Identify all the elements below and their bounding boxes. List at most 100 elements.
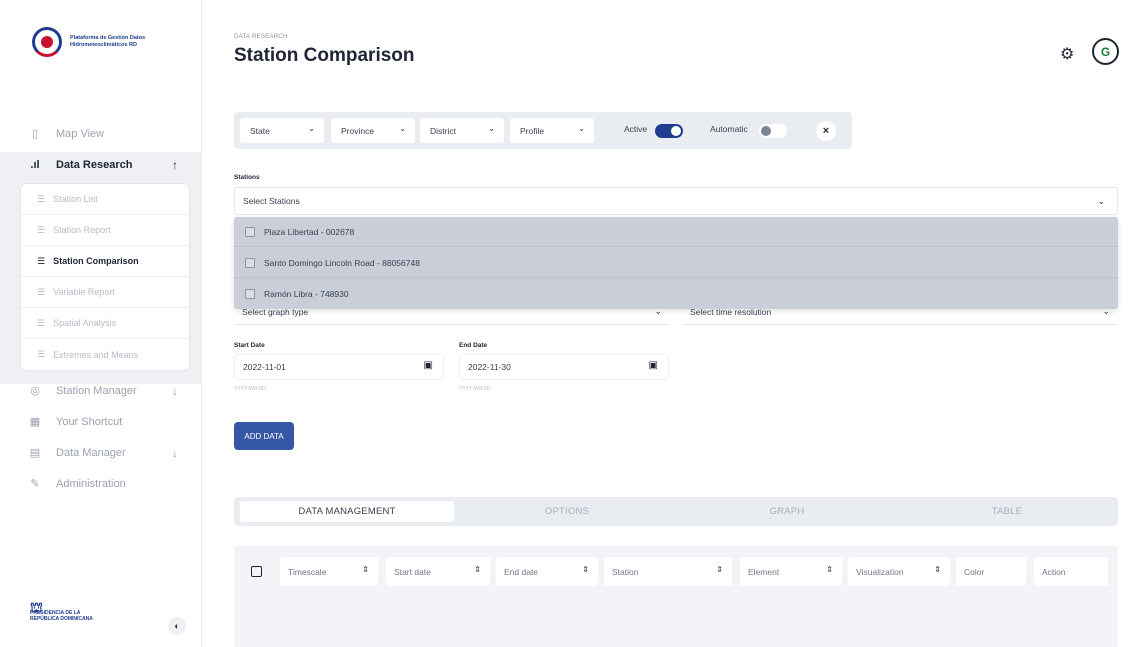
- logo-mark-icon: [32, 27, 62, 57]
- map-icon: ▯: [31, 128, 39, 140]
- sort-icon[interactable]: ⇕: [934, 565, 941, 574]
- list-icon: ☰: [37, 349, 46, 359]
- state-select[interactable]: State ⌄: [240, 118, 324, 143]
- list-icon: ☰: [37, 286, 46, 297]
- sidebar-subitem-variable-report[interactable]: ☰ Variable Report: [21, 277, 189, 308]
- column-label: Start date: [394, 566, 431, 577]
- subitem-label: Station Report: [53, 225, 111, 235]
- tab-data-management[interactable]: DATA MANAGEMENT: [240, 501, 454, 522]
- column-label: Station: [612, 566, 639, 577]
- sidebar: Plataforma de Gestión Datos Hidrometeocl…: [0, 0, 202, 647]
- station-option[interactable]: Ramón Libra - 748930: [234, 279, 1118, 309]
- sidebar-item-administration[interactable]: ✎ Administration: [20, 468, 190, 499]
- end-date-value: 2022-11-30: [468, 362, 511, 372]
- tools-icon: ✎: [30, 478, 40, 490]
- column-header-visualization[interactable]: Visualization ⇕: [848, 557, 950, 586]
- government-logo: ⛫ PRESIDENCIA DE LA REPÚBLICA DOMINICANA: [30, 600, 93, 622]
- column-label: Element: [748, 566, 780, 577]
- station-option[interactable]: Santo Domingo Lincoln Road - 88056748: [234, 248, 1118, 278]
- column-header-action: Action: [1034, 557, 1108, 586]
- sidebar-item-label: Administration: [56, 477, 126, 490]
- subitem-label: Station Comparison: [53, 256, 139, 266]
- footer-text: REPÚBLICA DOMINICANA: [30, 616, 93, 622]
- column-header-end-date[interactable]: End date ⇕: [496, 557, 598, 586]
- sidebar-item-label: Data Manager: [56, 446, 126, 459]
- stations-label: Stations: [234, 174, 260, 181]
- sort-icon[interactable]: ⇕: [362, 565, 369, 574]
- expand-arrow-icon[interactable]: ↓: [172, 384, 178, 398]
- stations-select[interactable]: Select Stations ⌄: [234, 187, 1118, 215]
- sidebar-item-data-research[interactable]: .ıl Data Research ↑: [20, 149, 190, 180]
- chevron-down-icon: ⌄: [578, 124, 585, 133]
- station-option-label: Ramón Libra - 748930: [264, 289, 349, 299]
- column-header-station[interactable]: Station ⇕: [604, 557, 732, 586]
- automatic-toggle[interactable]: [759, 124, 787, 138]
- active-toggle[interactable]: [655, 124, 683, 138]
- start-date-label: Start Date: [234, 342, 265, 349]
- tab-bar: DATA MANAGEMENT OPTIONS GRAPH TABLE: [234, 497, 1118, 526]
- sidebar-item-data-manager[interactable]: ▤ Data Manager ↓: [20, 437, 190, 468]
- gear-icon[interactable]: ⚙: [1060, 44, 1074, 64]
- database-icon: ▤: [29, 447, 41, 459]
- station-option-label: Plaza Libertad - 002678: [264, 226, 355, 237]
- tab-options[interactable]: OPTIONS: [460, 501, 674, 522]
- checkbox[interactable]: [245, 257, 255, 268]
- column-header-timescale[interactable]: Timescale ⇕: [280, 557, 378, 586]
- page-title: Station Comparison: [234, 45, 415, 66]
- checkbox[interactable]: [245, 289, 255, 299]
- expand-arrow-icon[interactable]: ↓: [172, 446, 178, 460]
- sidebar-subitem-station-report[interactable]: ☰ Station Report: [21, 215, 189, 246]
- profile-select[interactable]: Profile ⌄: [510, 118, 594, 143]
- column-header-element[interactable]: Element ⇕: [740, 557, 842, 586]
- chevron-down-icon: ⌄: [488, 124, 495, 133]
- start-date-field[interactable]: 2022-11-01 ▣: [234, 354, 444, 380]
- sort-icon[interactable]: ⇕: [582, 565, 589, 574]
- filter-bar: State ⌄ Province ⌄ District ⌄ Profile ⌄ …: [234, 112, 852, 149]
- add-data-button[interactable]: ADD DATA: [234, 422, 294, 450]
- state-select-value: State: [250, 125, 270, 136]
- sidebar-item-map-view[interactable]: ▯ Map View: [20, 118, 190, 149]
- calendar-icon[interactable]: ▣: [424, 360, 433, 371]
- close-icon[interactable]: ×: [816, 121, 836, 141]
- sidebar-subitem-spatial-analysis[interactable]: ☰ Spatial Analysis: [21, 308, 189, 339]
- collapse-arrow-icon[interactable]: ↑: [172, 158, 178, 172]
- profile-select-value: Profile: [520, 125, 545, 136]
- subitem-label: Extremes and Means: [53, 349, 139, 360]
- sidebar-nav: ▯ Map View .ıl Data Research ↑ ☰ Station…: [20, 118, 190, 499]
- sidebar-subitem-station-comparison[interactable]: ☰ Station Comparison: [21, 246, 189, 277]
- avatar[interactable]: G: [1092, 38, 1119, 65]
- column-header-start-date[interactable]: Start date ⇕: [386, 557, 490, 586]
- station-option[interactable]: Plaza Libertad - 002678: [234, 217, 1118, 247]
- stations-dropdown: Plaza Libertad - 002678 Santo Domingo Li…: [234, 217, 1118, 309]
- tab-table[interactable]: TABLE: [900, 501, 1114, 522]
- end-date-hint: YYYY-MM-DD: [459, 386, 491, 392]
- sort-icon[interactable]: ⇕: [716, 565, 723, 574]
- theme-toggle-button[interactable]: ◐: [168, 617, 186, 635]
- sort-icon[interactable]: ⇕: [474, 565, 481, 574]
- sidebar-item-label: Map View: [56, 127, 105, 140]
- sidebar-item-label: Your Shortcut: [56, 415, 123, 428]
- sidebar-subitem-station-list[interactable]: ☰ Station List: [21, 184, 189, 215]
- moon-icon: ◐: [174, 621, 180, 631]
- sidebar-item-your-shortcut[interactable]: ▦ Your Shortcut: [20, 406, 190, 437]
- sidebar-subitem-extremes-and-means[interactable]: ☰ Extremes and Means: [21, 339, 189, 370]
- tab-graph[interactable]: GRAPH: [680, 501, 894, 522]
- calendar-icon[interactable]: ▣: [649, 360, 658, 371]
- checkbox[interactable]: [245, 226, 255, 237]
- brand-logo[interactable]: Plataforma de Gestión Datos Hidrometeocl…: [32, 27, 166, 57]
- start-date-value: 2022-11-01: [243, 362, 286, 372]
- column-label: End date: [504, 566, 539, 577]
- breadcrumb: DATA RESEARCH: [234, 34, 288, 40]
- sidebar-item-label: Data Research: [56, 158, 133, 171]
- list-icon: ☰: [37, 193, 46, 204]
- sort-icon[interactable]: ⇕: [826, 565, 833, 574]
- end-date-field[interactable]: 2022-11-30 ▣: [459, 354, 669, 380]
- list-icon: ☰: [37, 224, 46, 235]
- sidebar-item-station-manager[interactable]: ◎ Station Manager ↓: [20, 375, 190, 406]
- province-select-value: Province: [341, 125, 375, 136]
- chevron-down-icon: ⌄: [399, 124, 406, 133]
- chevron-down-icon: ⌄: [1097, 196, 1105, 206]
- province-select[interactable]: Province ⌄: [331, 118, 415, 143]
- station-option-label: Santo Domingo Lincoln Road - 88056748: [264, 257, 420, 268]
- district-select[interactable]: District ⌄: [420, 118, 504, 143]
